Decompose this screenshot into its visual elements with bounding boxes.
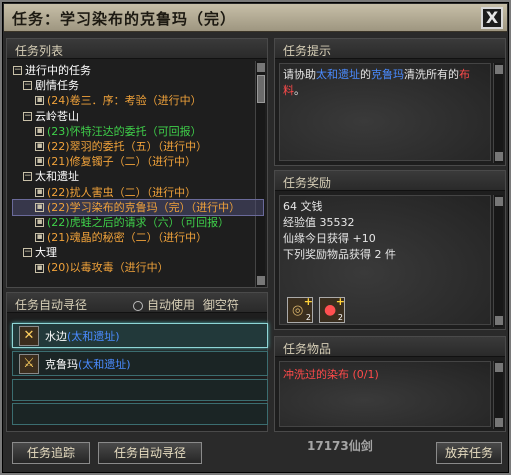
path-row-location: (太和遗址) xyxy=(78,357,131,371)
path-row-empty xyxy=(12,379,268,401)
title-bar: 任务：学习染布的克鲁玛（完） X xyxy=(4,4,507,32)
auto-use-toggle[interactable]: 自动使用 御空符 xyxy=(133,296,239,313)
reward-scrollbar[interactable] xyxy=(493,195,503,327)
task-list-panel: 任务列表 − 进行中的任务 − 剧情任务 ▪ (24)卷三．序：考验（进行中） − 云岭苍山 ▪… xyxy=(6,38,268,288)
task-label: (24)卷三．序：考验（进行中） xyxy=(47,94,202,108)
quest-window: 任务：学习染布的克鲁玛（完） X 任务列表 − 进行中的任务 − 剧情任务 ▪ (24)卷… xyxy=(0,0,511,475)
person-icon: ⚔ xyxy=(19,353,39,374)
task-group[interactable]: − 云岭苍山 xyxy=(13,109,263,124)
task-item[interactable]: ▪ (22)学习染布的克鲁玛（完）（进行中） xyxy=(12,198,264,216)
collapse-icon[interactable]: − xyxy=(23,111,32,121)
reward-header: 任务奖励 xyxy=(275,171,505,191)
path-row-name: 水边 xyxy=(45,329,67,343)
reward-panel: 任务奖励 64 文钱 经验值 35532 仙缘今日获得 +10 下列奖励物品获得… xyxy=(274,170,506,330)
hint-scrollbar[interactable] xyxy=(493,63,503,163)
task-label: 大理 xyxy=(35,246,57,260)
close-button[interactable]: X xyxy=(481,7,503,29)
flight-charm-label: 御空符 xyxy=(202,298,239,312)
watermark-logo: 17173仙剑 xyxy=(307,439,373,453)
task-group[interactable]: − 进行中的任务 xyxy=(13,63,263,78)
task-label: 剧情任务 xyxy=(35,79,79,93)
quest-items-panel: 任务物品 冲洗过的染布 (0/1) xyxy=(274,336,506,432)
task-label: (22)扰人害虫（二）（进行中） xyxy=(47,185,197,199)
hint-header: 任务提示 xyxy=(275,39,505,59)
reward-exp: 经验值 35532 xyxy=(283,216,355,229)
quest-icon[interactable]: ▪ xyxy=(35,187,44,197)
quest-icon[interactable]: ▪ xyxy=(35,142,44,152)
task-item[interactable]: ▪ (22)翠羽的委托（五）（进行中） xyxy=(13,139,263,154)
reward-fate: 仙缘今日获得 +10 xyxy=(283,232,376,245)
task-item[interactable]: ▪ (21)修复镯子（二）（进行中） xyxy=(13,154,263,169)
task-tree: − 进行中的任务 − 剧情任务 ▪ (24)卷三．序：考验（进行中） − 云岭苍山 ▪ (23)怀… xyxy=(12,63,264,276)
gem-icon: ● xyxy=(324,302,337,318)
auto-path-title: 任务自动寻径 xyxy=(15,298,88,312)
task-label: (21)魂晶的秘密（二）（进行中） xyxy=(47,231,208,245)
path-row-name: 克鲁玛 xyxy=(45,357,78,371)
quest-icon[interactable]: ▪ xyxy=(35,233,44,243)
quest-item: 冲洗过的染布 (0/1) xyxy=(283,368,379,381)
task-label: (20)以毒攻毒（进行中） xyxy=(47,261,169,275)
task-group[interactable]: − 太和遗址 xyxy=(13,169,263,184)
quest-items-header: 任务物品 xyxy=(275,337,505,357)
reward-item-count: 下列奖励物品获得 2 件 xyxy=(283,248,396,261)
crossed-swords-icon: ✕ xyxy=(19,325,39,346)
abandon-button[interactable]: 放弃任务 xyxy=(436,442,502,464)
path-row-location: (太和遗址) xyxy=(67,329,120,343)
task-item[interactable]: ▪ (24)卷三．序：考验（进行中） xyxy=(13,93,263,108)
task-item[interactable]: ▪ (22)扰人害虫（二）（进行中） xyxy=(13,185,263,200)
task-list-header: 任务列表 xyxy=(7,39,267,59)
path-row-empty xyxy=(12,403,268,425)
reward-money: 64 文钱 xyxy=(283,200,323,213)
task-label: 太和遗址 xyxy=(35,170,79,184)
quest-icon[interactable]: ▪ xyxy=(35,126,44,136)
quest-icon[interactable]: ▪ xyxy=(35,217,44,227)
hint-panel: 任务提示 请协助太和遗址的克鲁玛清洗所有的布料。 xyxy=(274,38,506,166)
task-label: (23)怀特汪达的委托（可回报） xyxy=(47,124,202,138)
reward-item-slot-1[interactable]: ◎ +2 xyxy=(287,295,313,323)
auto-use-label: 自动使用 xyxy=(147,298,196,312)
collapse-icon[interactable]: − xyxy=(23,248,32,258)
quest-items-scrollbar[interactable] xyxy=(493,361,503,429)
task-label: 进行中的任务 xyxy=(25,64,91,77)
task-label: 云岭苍山 xyxy=(35,109,79,123)
quest-icon[interactable]: ▪ xyxy=(35,96,44,106)
task-label: (21)修复镯子（二）（进行中） xyxy=(47,155,197,169)
task-label: (22)翠羽的委托（五）（进行中） xyxy=(47,139,208,153)
auto-use-checkbox[interactable] xyxy=(133,300,143,311)
task-group[interactable]: − 大理 xyxy=(13,245,263,260)
task-label: (22)学习染布的克鲁玛（完）（进行中） xyxy=(47,200,241,214)
task-group[interactable]: − 剧情任务 xyxy=(13,78,263,93)
quest-icon[interactable]: ▪ xyxy=(35,157,44,167)
path-row-water[interactable]: ✕ 水边 (太和遗址) xyxy=(12,323,268,348)
quest-icon[interactable]: ▪ xyxy=(35,263,44,273)
quest-icon[interactable]: ▪ xyxy=(35,202,44,212)
task-item[interactable]: ▪ (22)虎蛙之后的请求（六）（可回报） xyxy=(13,215,263,230)
auto-path-header: 任务自动寻径 自动使用 御空符 xyxy=(7,293,267,313)
ring-icon: ◎ xyxy=(292,303,304,318)
window-title: 任务：学习染布的克鲁玛（完） xyxy=(12,10,237,28)
path-row-kruma[interactable]: ⚔ 克鲁玛 (太和遗址) xyxy=(12,351,268,376)
task-item[interactable]: ▪ (21)魂晶的秘密（二）（进行中） xyxy=(13,230,263,245)
reward-lines: 64 文钱 经验值 35532 仙缘今日获得 +10 下列奖励物品获得 2 件 xyxy=(283,199,396,263)
collapse-icon[interactable]: − xyxy=(13,66,22,76)
auto-path-panel: 任务自动寻径 自动使用 御空符 ✕ 水边 (太和遗址) ⚔ 克鲁玛 (太和遗址) xyxy=(6,292,268,432)
collapse-icon[interactable]: − xyxy=(23,172,32,182)
reward-item-slot-2[interactable]: ● +2 xyxy=(319,295,345,323)
task-label: (22)虎蛙之后的请求（六）（可回报） xyxy=(47,215,230,229)
task-item[interactable]: ▪ (23)怀特汪达的委托（可回报） xyxy=(13,124,263,139)
collapse-icon[interactable]: − xyxy=(23,81,32,91)
hint-text: 请协助太和遗址的克鲁玛清洗所有的布料。 xyxy=(283,68,470,97)
task-item[interactable]: ▪ (20)以毒攻毒（进行中） xyxy=(13,260,263,275)
track-button[interactable]: 任务追踪 xyxy=(12,442,90,464)
auto-path-button[interactable]: 任务自动寻径 xyxy=(98,442,202,464)
